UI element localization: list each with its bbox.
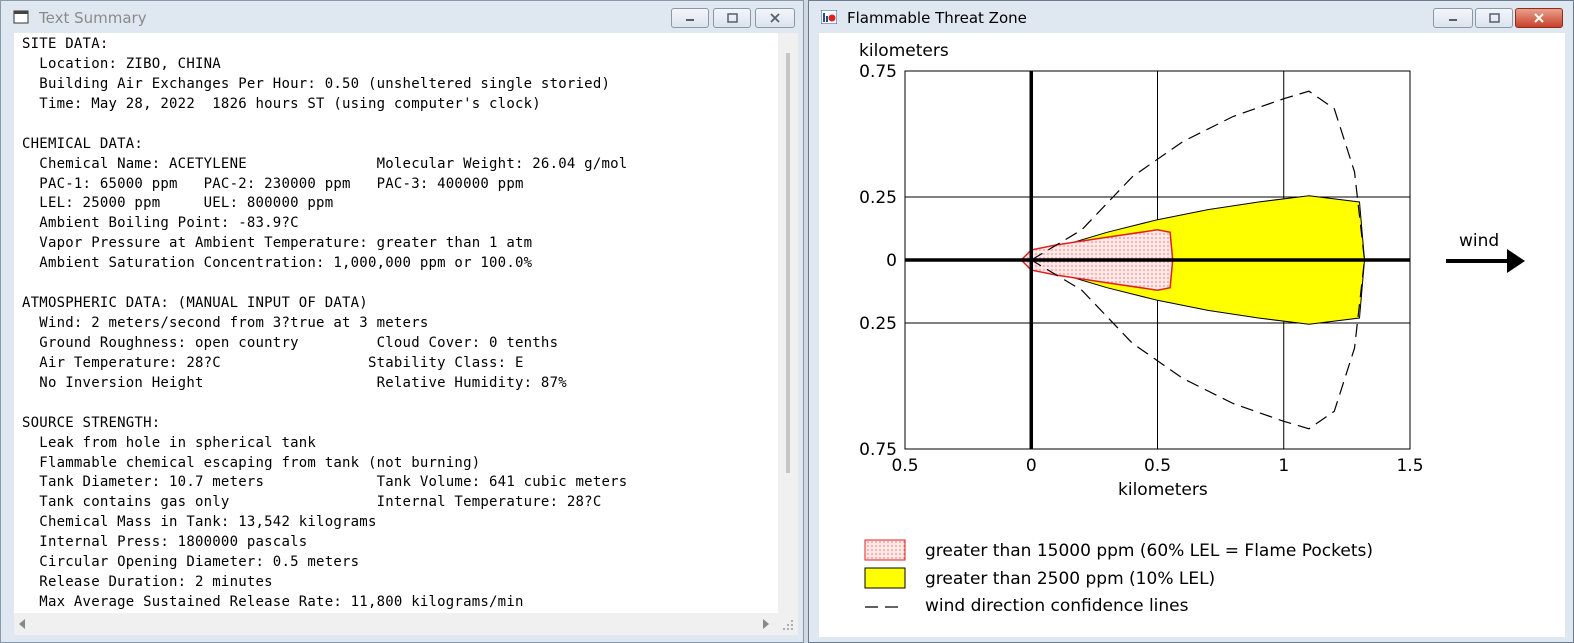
x-tick-label: 0.5 [1144, 456, 1171, 476]
y-axis-label: kilometers [859, 41, 949, 61]
y-tick-label: 0 [886, 251, 897, 271]
legend: greater than 15000 ppm (60% LEL = Flame … [864, 539, 1373, 616]
legend-label: wind direction confidence lines [925, 596, 1189, 616]
wind-arrow: wind [1446, 231, 1525, 273]
scroll-right-icon[interactable] [762, 619, 770, 629]
vertical-scrollbar-thumb[interactable] [786, 53, 790, 473]
summary-line: Air Temperature: 28?C Stability Class: E [22, 354, 524, 371]
y-tick-label: 0.75 [859, 62, 897, 82]
legend-label: greater than 2500 ppm (10% LEL) [925, 569, 1215, 589]
threat-zone-app-icon [821, 10, 837, 24]
summary-line: Flammable chemical escaping from tank (n… [22, 454, 481, 471]
summary-line: Location: ZIBO, CHINA [22, 55, 221, 72]
summary-line: Wind: 2 meters/second from 3?true at 3 m… [22, 315, 429, 332]
x-axis-label: kilometers [1118, 480, 1208, 500]
x-tick-label: 1.5 [1396, 456, 1423, 476]
close-button[interactable] [755, 8, 795, 28]
y-tick-label: 0.75 [859, 440, 897, 460]
summary-line: No Inversion Height Relative Humidity: 8… [22, 374, 567, 391]
wind-label: wind [1459, 231, 1499, 251]
summary-line: SOURCE STRENGTH: [22, 414, 161, 431]
maximize-icon [727, 13, 738, 23]
horizontal-scrollbar[interactable] [14, 613, 798, 635]
resize-grip-icon[interactable] [782, 619, 794, 631]
summary-line: Ambient Boiling Point: -83.9?C [22, 215, 299, 232]
summary-line: Ground Roughness: open country Cloud Cov… [22, 334, 559, 351]
summary-line: LEL: 25000 ppm UEL: 800000 ppm [22, 195, 334, 212]
summary-line: Circular Opening Diameter: 0.5 meters [22, 554, 360, 571]
summary-line: Chemical Name: ACETYLENE Molecular Weigh… [22, 155, 628, 172]
scroll-left-icon[interactable] [18, 619, 26, 629]
x-tick-label: 0 [1026, 456, 1037, 476]
close-icon [770, 13, 780, 23]
summary-line: Release Duration: 2 minutes [22, 574, 273, 591]
minimize-icon [1449, 19, 1457, 21]
summary-line: Tank contains gas only Internal Temperat… [22, 494, 602, 511]
minimize-icon [686, 19, 694, 21]
legend-swatch-yellow [864, 567, 906, 589]
minimize-button[interactable] [1433, 8, 1473, 28]
legend-swatch-red [864, 539, 906, 561]
summary-line: CHEMICAL DATA: [22, 135, 144, 152]
wind-arrow-head [1507, 249, 1525, 273]
y-tick-label: 0.25 [859, 314, 897, 334]
summary-line: Chemical Mass in Tank: 13,542 kilograms [22, 514, 377, 531]
summary-line: Vapor Pressure at Ambient Temperature: g… [22, 235, 533, 252]
text-summary-title: Text Summary [39, 9, 147, 27]
summary-line: ATMOSPHERIC DATA: (MANUAL INPUT OF DATA) [22, 295, 368, 312]
summary-line: Max Average Sustained Release Rate: 11,8… [22, 594, 524, 611]
x-tick-label: 1 [1278, 456, 1289, 476]
summary-line: Time: May 28, 2022 1826 hours ST (using … [22, 95, 541, 112]
threat-zone-titlebar[interactable]: Flammable Threat Zone [809, 1, 1573, 33]
summary-line: SITE DATA: [22, 36, 109, 52]
maximize-button[interactable] [713, 8, 751, 28]
summary-line: Tank Diameter: 10.7 meters Tank Volume: … [22, 474, 628, 491]
text-summary-window: Text Summary SITE DATA: Location: ZIBO, … [0, 0, 804, 643]
text-summary-titlebar[interactable]: Text Summary [1, 1, 803, 33]
summary-line: Internal Press: 1800000 pascals [22, 534, 308, 551]
close-button[interactable] [1515, 8, 1563, 28]
summary-line: PAC-1: 65000 ppm PAC-2: 230000 ppm PAC-3… [22, 175, 524, 192]
threat-zone-plot: 0.5 0 0.5 1 1.50.750.2500.250.75 kilometers … [859, 41, 1525, 616]
vertical-scrollbar[interactable] [778, 33, 798, 613]
summary-line: Building Air Exchanges Per Hour: 0.50 (u… [22, 75, 611, 92]
legend-label: greater than 15000 ppm (60% LEL = Flame … [925, 541, 1373, 561]
summary-line: Leak from hole in spherical tank [22, 434, 317, 451]
threat-zone-window: Flammable Threat Zone 0.5 0 0.5 1 1.5 0.75 0.2… [808, 0, 1574, 643]
close-icon [1534, 13, 1544, 23]
maximize-icon [1489, 13, 1500, 23]
minimize-button[interactable] [671, 8, 709, 28]
threat-zone-content: 0.5 0 0.5 1 1.5 0.75 0.25 0 0.25 0.75 kilometers … [819, 33, 1565, 637]
summary-line: Ambient Saturation Concentration: 1,000,… [22, 255, 533, 272]
text-summary-content: SITE DATA: Location: ZIBO, CHINA Buildin… [14, 33, 778, 613]
y-tick-label: 0.25 [859, 188, 897, 208]
threat-zone-title: Flammable Threat Zone [847, 9, 1027, 27]
maximize-button[interactable] [1475, 8, 1513, 28]
notepad-icon [13, 10, 29, 24]
